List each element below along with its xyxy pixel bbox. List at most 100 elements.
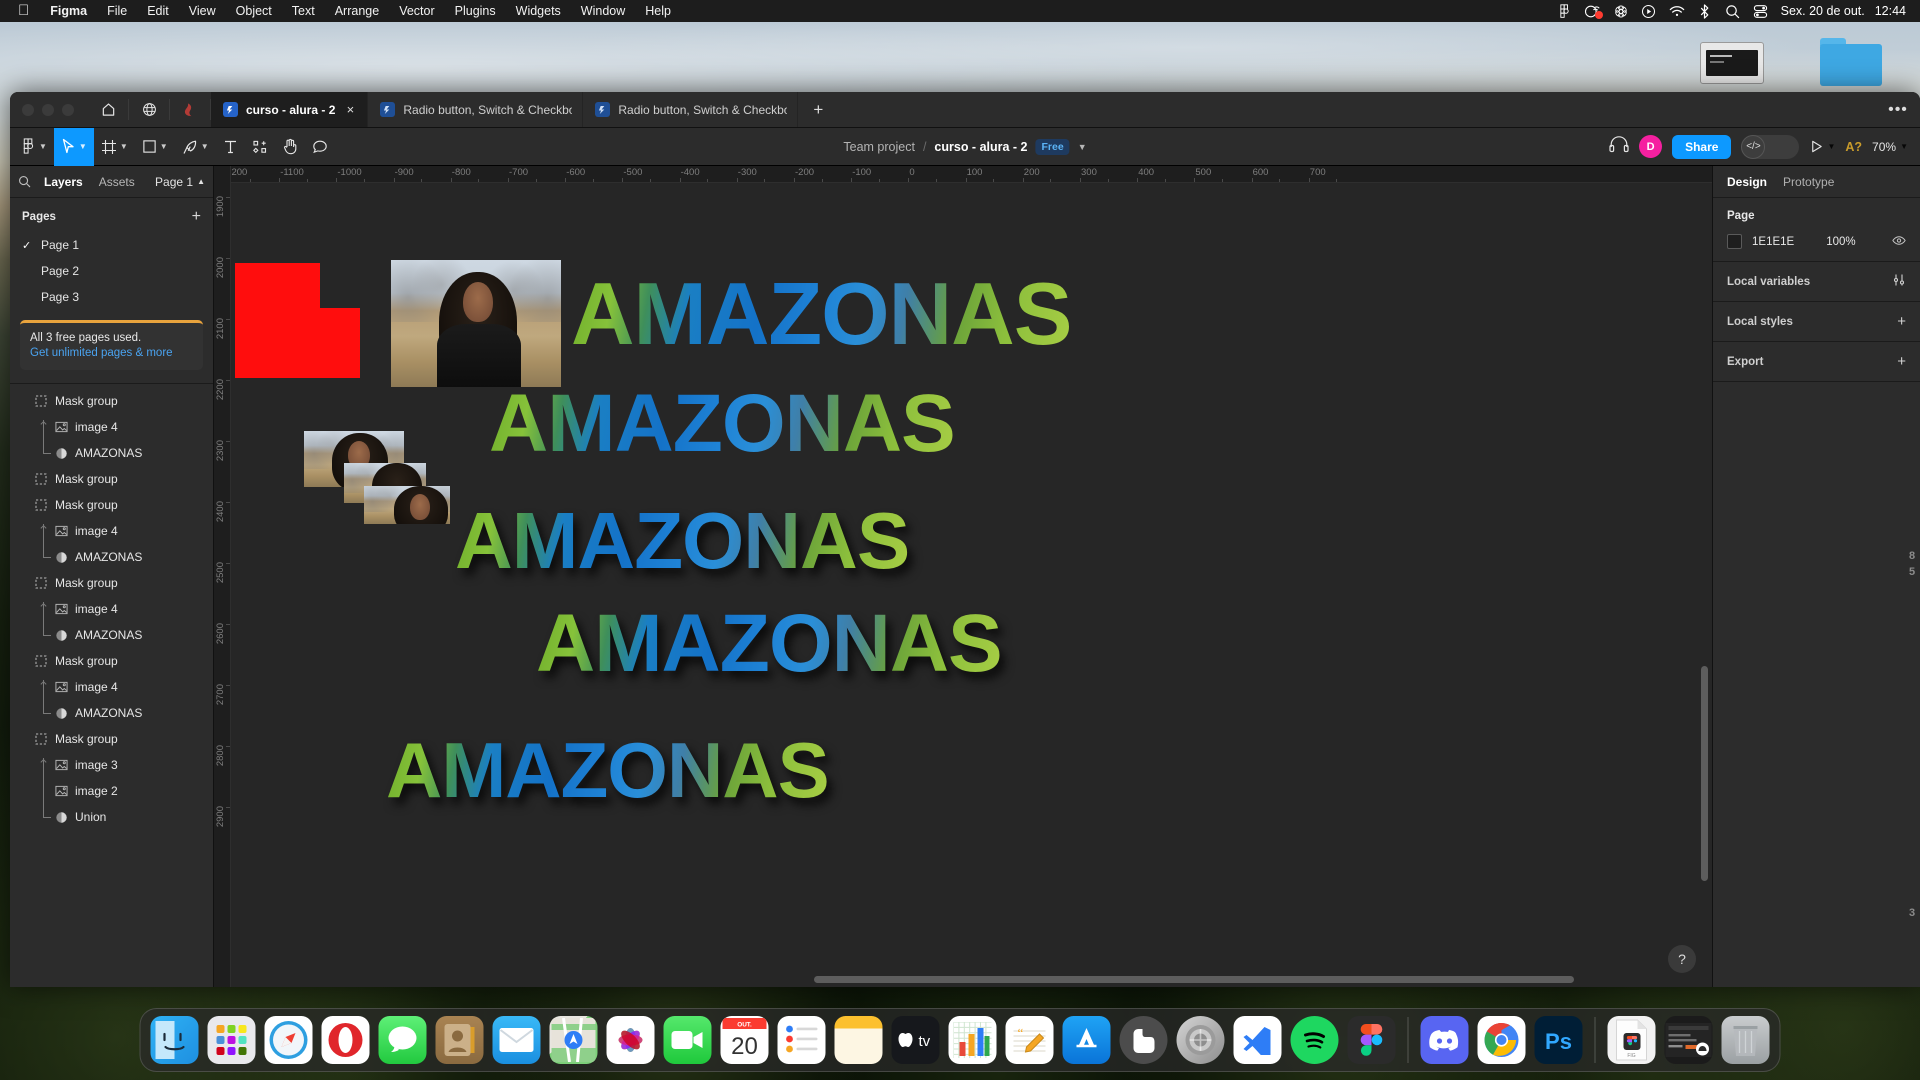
section-local-styles[interactable]: Local styles + [1713,302,1920,342]
tab-layers[interactable]: Layers [36,175,91,189]
window-traffic-lights[interactable] [10,92,88,127]
figma-menu-button[interactable]: ▼ [10,128,54,166]
menu-item-widgets[interactable]: Widgets [506,0,571,22]
layer-row[interactable]: Mask group [10,570,213,596]
color-hex-value[interactable]: 1E1E1E [1752,236,1794,248]
amazonas-artwork-3[interactable]: AMAZONAS [455,495,910,587]
apple-logo-icon[interactable]:  [14,0,40,22]
minimize-window-button[interactable] [42,103,54,116]
tab-prototype[interactable]: Prototype [1783,175,1834,189]
share-button[interactable]: Share [1672,134,1732,159]
amazonas-artwork-4[interactable]: AMAZONAS [536,597,1003,691]
canvas-area[interactable]: -1200 -1100 -1000 -900 -800 -700 -600 -500 -400-… [214,166,1712,987]
tab-design[interactable]: Design [1727,175,1767,189]
layer-row[interactable]: Mask group [10,388,213,414]
new-tab-button[interactable]: + [798,92,838,127]
zoom-control[interactable]: 70% ▼ [1872,140,1908,154]
spotlight-search-icon[interactable] [1719,0,1747,22]
menu-item-file[interactable]: File [97,0,137,22]
layer-row-child[interactable]: AMAZONAS [10,440,213,466]
dock-item-pages[interactable]: “ [1005,1016,1054,1064]
close-window-button[interactable] [22,103,34,116]
menu-item-view[interactable]: View [179,0,226,22]
dock-item-evernote[interactable] [1119,1016,1168,1064]
promo-upgrade-link[interactable]: Get unlimited pages & more [30,347,193,359]
dev-mode-toggle[interactable]: </> [1741,134,1800,159]
menu-item-edit[interactable]: Edit [137,0,179,22]
dock-item-appstore[interactable] [1062,1016,1111,1064]
menu-item-window[interactable]: Window [571,0,635,22]
eye-icon[interactable] [1892,235,1906,249]
dock-item-spotify[interactable] [1290,1016,1339,1064]
text-tool[interactable] [216,128,245,166]
recent-files-icon[interactable] [170,92,210,127]
file-tab-2[interactable]: Radio button, Switch & Checkbox - T [583,92,799,127]
present-button[interactable]: ▼ [1809,139,1835,154]
shape-tool[interactable]: ▼ [135,128,175,166]
color-swatch[interactable] [1727,234,1742,249]
dock-item-trash[interactable] [1721,1016,1770,1064]
page-item-3[interactable]: Page 3 [10,284,213,310]
layer-row[interactable]: Mask group [10,726,213,752]
menu-bar-clock[interactable]: 12:44 [1865,4,1912,18]
plan-badge[interactable]: Free [1035,138,1070,155]
menu-bar-date[interactable]: Sex. 20 de out. [1775,4,1865,18]
layer-row[interactable]: Mask group [10,492,213,518]
chevron-down-icon[interactable]: ▼ [1827,142,1835,151]
add-style-button[interactable]: + [1897,313,1906,330]
dock-item-maps[interactable] [549,1016,598,1064]
layer-row-child[interactable]: AMAZONAS [10,544,213,570]
menu-item-text[interactable]: Text [282,0,325,22]
menu-item-vector[interactable]: Vector [389,0,444,22]
menu-item-object[interactable]: Object [226,0,282,22]
canvas-vertical-scrollbar[interactable] [1701,666,1708,881]
dock-item-finder[interactable] [150,1016,199,1064]
portrait-image-small-3[interactable] [364,486,450,524]
red-rectangle-shape[interactable] [235,263,360,378]
dock-item-launchpad[interactable] [207,1016,256,1064]
menu-item-help[interactable]: Help [635,0,681,22]
file-tab-0[interactable]: curso - alura - 2 × [211,92,369,127]
layer-row[interactable]: Mask group [10,648,213,674]
dock-item-numbers[interactable] [948,1016,997,1064]
bluetooth-icon[interactable] [1691,0,1719,22]
menu-item-arrange[interactable]: Arrange [325,0,389,22]
add-page-button[interactable]: + [192,208,201,226]
layer-row-child[interactable]: Union [10,804,213,830]
control-center-icon[interactable] [1747,0,1775,22]
dock-item-discord[interactable] [1420,1016,1469,1064]
dock-item-figma[interactable] [1347,1016,1396,1064]
file-tab-1[interactable]: Radio button, Switch & Checkbox - T [368,92,584,127]
dock-item-window-thumb[interactable] [1664,1016,1713,1064]
dock-item-contacts[interactable] [435,1016,484,1064]
figma-menu-icon[interactable] [1551,0,1579,22]
frame-tool[interactable]: ▼ [94,128,135,166]
dock-item-messages[interactable] [378,1016,427,1064]
dock-item-calendar[interactable]: OUT. 20 [720,1016,769,1064]
section-export[interactable]: Export + [1713,342,1920,382]
playback-icon[interactable] [1635,0,1663,22]
page-background-row[interactable]: 1E1E1E 100% [1727,234,1906,249]
breadcrumb-project[interactable]: Team project [843,140,915,154]
help-button[interactable]: ? [1668,945,1696,973]
dock-item-vscode[interactable] [1233,1016,1282,1064]
page-selector[interactable]: Page 1 ▲ [155,175,205,189]
resources-tool[interactable] [245,128,275,166]
dock-item-safari[interactable] [264,1016,313,1064]
design-canvas[interactable]: AMAZONAS AMAZONAS AMAZONAS AMAZONAS AMAZ… [231,183,1712,987]
screenflow-icon[interactable] [1607,0,1635,22]
dock-item-notes[interactable] [834,1016,883,1064]
tab-assets[interactable]: Assets [91,175,143,189]
close-icon[interactable]: × [343,102,357,117]
layer-row-child[interactable]: AMAZONAS [10,622,213,648]
amazonas-artwork-5[interactable]: AMAZONAS [386,725,830,816]
tabstrip-overflow-menu[interactable]: ••• [1876,92,1920,127]
headphones-icon[interactable] [1609,135,1629,158]
add-export-button[interactable]: + [1897,353,1906,370]
layers-list[interactable]: Mask group image 4 AMAZONAS Mask group Mask … [10,384,213,830]
dock-item-fig-file[interactable]: FIG [1607,1016,1656,1064]
home-icon[interactable] [88,92,128,127]
wifi-icon[interactable] [1663,0,1691,22]
section-local-variables[interactable]: Local variables [1713,262,1920,302]
hand-tool[interactable] [275,128,305,166]
